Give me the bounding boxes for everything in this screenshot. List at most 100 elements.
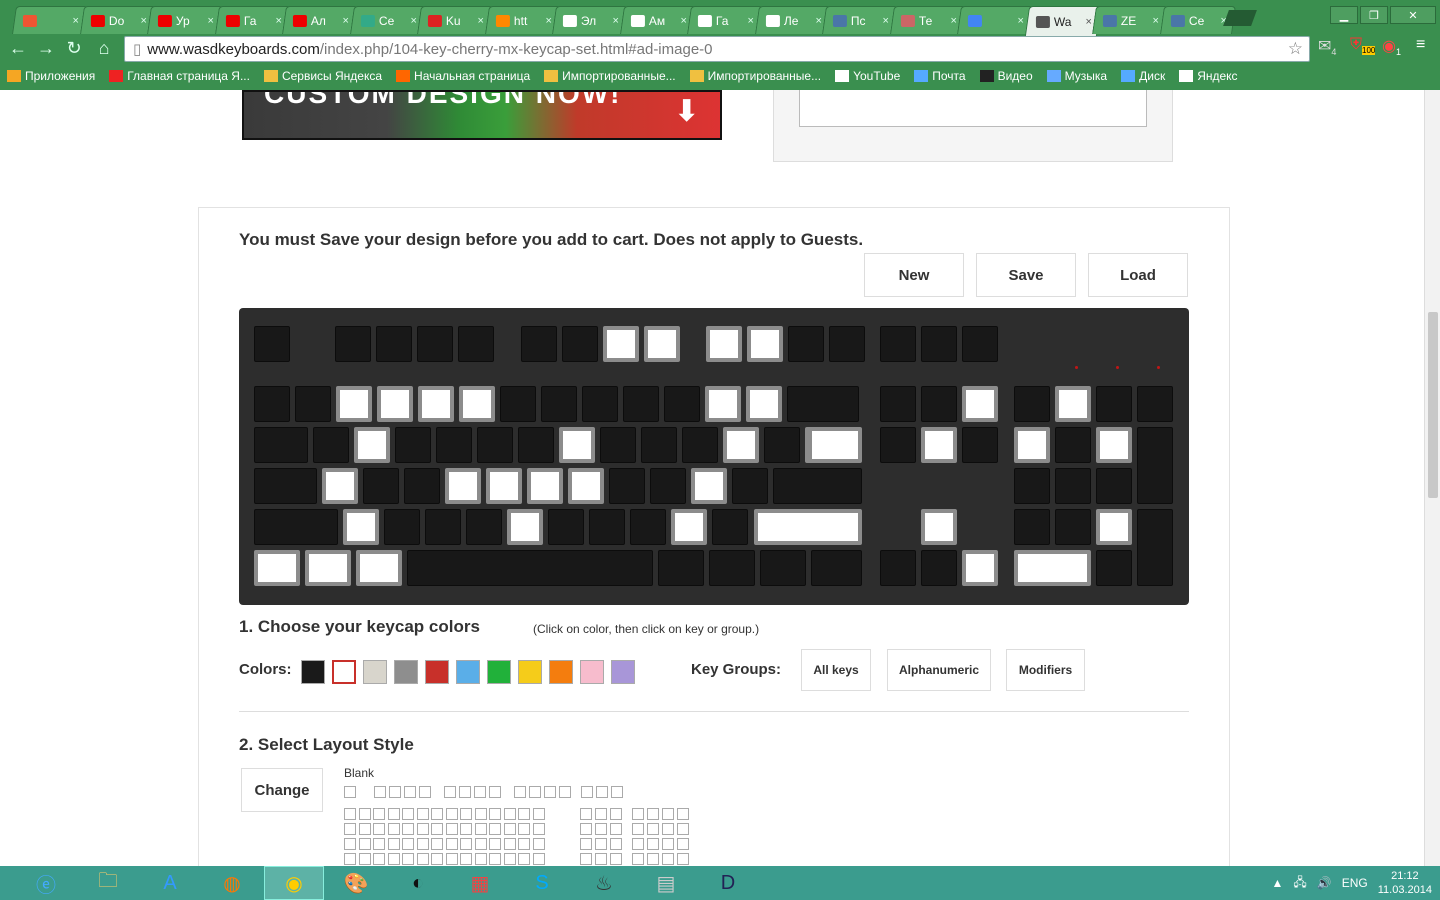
keycap[interactable] (343, 509, 379, 545)
color-swatch[interactable] (456, 660, 480, 684)
browser-tab[interactable]: Ле × (754, 6, 831, 34)
all-keys-button[interactable]: All keys (801, 649, 871, 691)
keycap[interactable] (962, 550, 998, 586)
keycap[interactable] (459, 386, 495, 422)
keycap[interactable] (880, 326, 916, 362)
alphanumeric-button[interactable]: Alphanumeric (887, 649, 991, 691)
keycap[interactable] (384, 509, 420, 545)
keycap[interactable] (425, 509, 461, 545)
keycap[interactable] (962, 427, 998, 463)
keycap[interactable] (1055, 468, 1091, 504)
keycap[interactable] (644, 326, 680, 362)
bookmark-star-icon[interactable]: ☆ (1288, 39, 1303, 59)
keycap[interactable] (1137, 386, 1173, 422)
browser-tab[interactable]: Га × (214, 6, 291, 34)
load-button[interactable]: Load (1088, 253, 1188, 297)
keycap[interactable] (527, 468, 563, 504)
keycap[interactable] (568, 468, 604, 504)
keycap[interactable] (760, 550, 806, 586)
browser-tab[interactable]: × (957, 6, 1033, 34)
browser-tab[interactable]: Do × (79, 6, 156, 34)
keycap[interactable] (921, 326, 957, 362)
keycap[interactable] (709, 550, 755, 586)
keycap[interactable] (466, 509, 502, 545)
color-swatch[interactable] (332, 660, 356, 684)
browser-tab[interactable]: Те × (889, 6, 966, 34)
browser-tab[interactable]: Ku × (417, 6, 493, 34)
keycap[interactable] (723, 427, 759, 463)
keycap[interactable] (747, 326, 783, 362)
wordpad-icon[interactable]: A (140, 866, 200, 900)
bookmark-item[interactable]: Импортированные... (537, 69, 682, 83)
bookmark-item[interactable]: Музыка (1040, 69, 1114, 83)
keycap[interactable] (671, 509, 707, 545)
bookmark-item[interactable]: Приложения (0, 69, 102, 83)
close-tab-icon[interactable]: × (207, 15, 213, 27)
keycap[interactable] (356, 550, 402, 586)
keycap[interactable] (559, 427, 595, 463)
keycap[interactable] (600, 427, 636, 463)
custom-design-banner[interactable]: CUSTOM DESIGN NOW! ⬇ (242, 90, 722, 140)
close-tab-icon[interactable]: × (1017, 15, 1023, 27)
close-tab-icon[interactable]: × (72, 15, 78, 27)
home-icon[interactable]: ⌂ (92, 38, 116, 59)
keycap[interactable] (603, 326, 639, 362)
keycap[interactable] (1014, 550, 1091, 586)
keycap[interactable] (921, 509, 957, 545)
keycap[interactable] (1014, 509, 1050, 545)
close-tab-icon[interactable]: × (882, 15, 888, 27)
keycap[interactable] (254, 427, 308, 463)
volume-icon[interactable]: 🔊 (1317, 876, 1332, 890)
close-tab-icon[interactable]: × (747, 15, 753, 27)
keycap[interactable] (754, 509, 862, 545)
back-icon[interactable]: ← (6, 38, 30, 59)
keycap[interactable] (1055, 509, 1091, 545)
keycap[interactable] (445, 468, 481, 504)
color-swatch[interactable] (611, 660, 635, 684)
obs-icon[interactable]: ◐ (388, 866, 448, 900)
bookmark-item[interactable]: Яндекс (1172, 69, 1244, 83)
close-tab-icon[interactable]: × (815, 15, 821, 27)
keycap[interactable] (404, 468, 440, 504)
clock[interactable]: 21:12 11.03.2014 (1378, 869, 1432, 897)
close-tab-icon[interactable]: × (275, 15, 281, 27)
keycap[interactable] (1096, 468, 1132, 504)
keycap[interactable] (562, 326, 598, 362)
diablo-icon[interactable]: D (698, 866, 758, 900)
color-swatch[interactable] (425, 660, 449, 684)
comments-textarea[interactable] (799, 90, 1147, 127)
keycap[interactable] (395, 427, 431, 463)
keycap[interactable] (500, 386, 536, 422)
keycap[interactable] (921, 550, 957, 586)
close-tab-icon[interactable]: × (1152, 15, 1158, 27)
keycap[interactable] (458, 326, 494, 362)
keycap[interactable] (322, 468, 358, 504)
explorer-icon[interactable]: 🗀 (78, 866, 138, 900)
keycap[interactable] (541, 386, 577, 422)
keycap[interactable] (682, 427, 718, 463)
keycap[interactable] (363, 468, 399, 504)
keycap[interactable] (732, 468, 768, 504)
keycap[interactable] (417, 326, 453, 362)
keycap[interactable] (254, 326, 290, 362)
close-tab-icon[interactable]: × (410, 15, 416, 27)
keycap[interactable] (641, 427, 677, 463)
close-tab-icon[interactable]: × (680, 15, 686, 27)
minimize-button[interactable]: ▁ (1330, 6, 1358, 24)
close-tab-icon[interactable]: × (477, 15, 483, 27)
keycap[interactable] (1055, 427, 1091, 463)
close-tab-icon[interactable]: × (342, 15, 348, 27)
keycap[interactable] (1096, 550, 1132, 586)
browser-tab[interactable]: Ал × (282, 6, 358, 34)
keycap[interactable] (548, 509, 584, 545)
bookmark-item[interactable]: Видео (973, 69, 1040, 83)
close-tab-icon[interactable]: × (545, 15, 551, 27)
keycap[interactable] (623, 386, 659, 422)
keycap[interactable] (1096, 509, 1132, 545)
keycap[interactable] (354, 427, 390, 463)
apps-icon[interactable]: ▦ (450, 866, 510, 900)
network-icon[interactable]: 🖧 (1293, 873, 1306, 894)
adblock-extension-icon[interactable]: ◉1 (1382, 36, 1401, 57)
color-swatch[interactable] (549, 660, 573, 684)
color-swatch[interactable] (580, 660, 604, 684)
